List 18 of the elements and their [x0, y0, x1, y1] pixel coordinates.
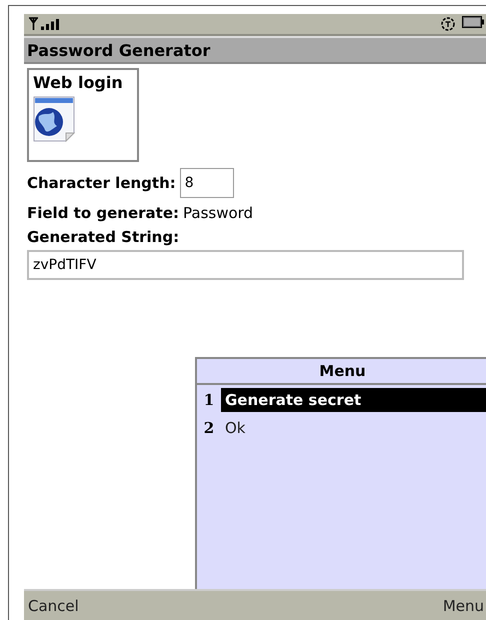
item-number: 1 — [202, 391, 216, 409]
globe-document-icon — [33, 96, 75, 142]
menu-softkey[interactable]: Menu — [442, 597, 484, 615]
signal-icon — [28, 17, 62, 31]
field-label: Character length: — [27, 174, 176, 192]
image-item[interactable]: Web login — [27, 68, 139, 162]
field-label: Generated String: — [27, 228, 180, 246]
item-number: 2 — [202, 419, 216, 437]
character-length-field[interactable]: 8 — [180, 168, 234, 198]
screen-title: Password Generator — [24, 36, 486, 64]
menu-item[interactable]: Generate secret — [221, 388, 486, 412]
field-label: Field to generate: — [27, 204, 179, 222]
menu-title: Menu — [197, 359, 486, 385]
cancel-softkey[interactable]: Cancel — [28, 597, 79, 615]
battery-icon — [462, 16, 484, 28]
generated-string-field[interactable]: zvPdTIFV — [27, 250, 464, 280]
field-value: Password — [183, 204, 254, 222]
menu-item[interactable]: Ok — [221, 416, 486, 440]
